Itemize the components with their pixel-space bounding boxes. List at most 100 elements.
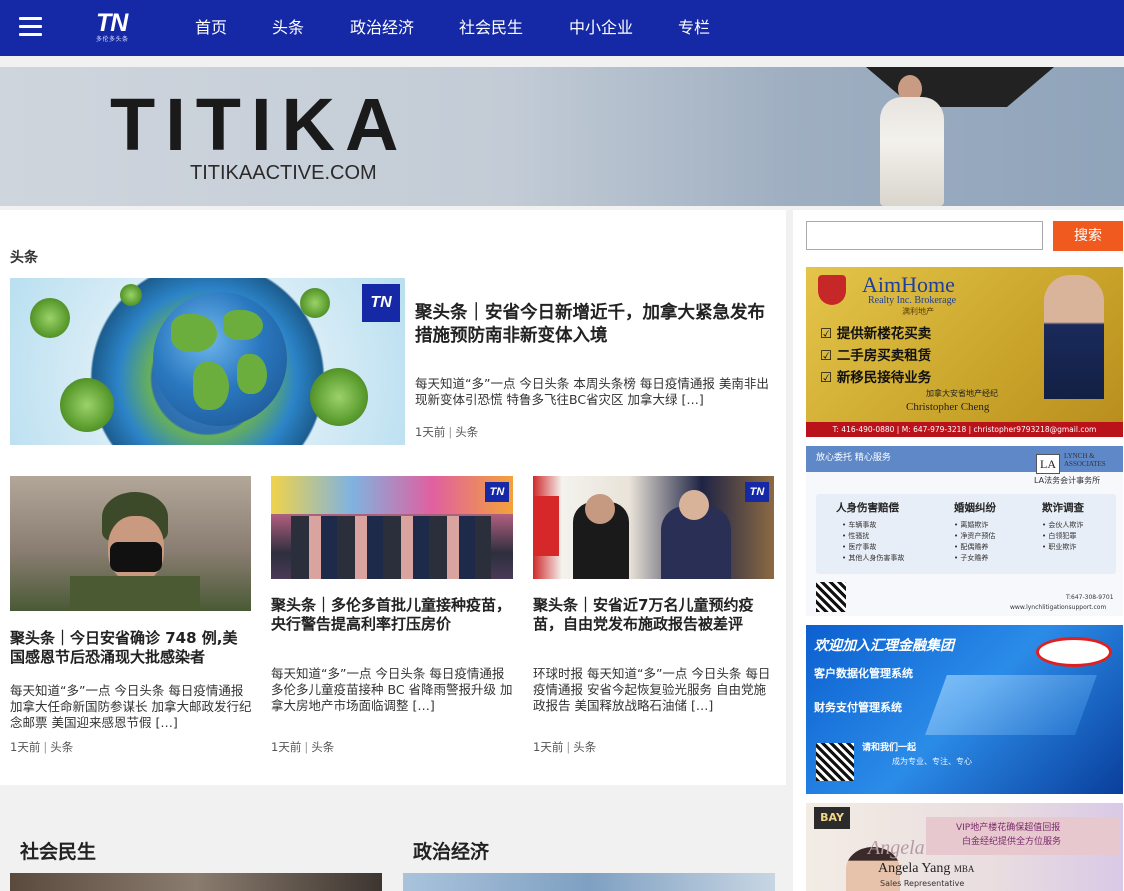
finance-group-ad[interactable]: 欢迎加入汇理金融集团 客户数据化管理系统 财务支付管理系统 请和我们一起 成为专…	[806, 625, 1123, 794]
section-label-headlines: 头条	[10, 250, 38, 266]
ad-title: 欢迎加入汇理金融集团	[814, 638, 954, 654]
service-col-list: • 离婚欺诈 • 净资产预估 • 配偶赡养 • 子女赡养	[954, 521, 996, 562]
ad-line: 财务支付管理系统	[814, 701, 902, 714]
ad-line: 成为专业、专注、专心	[892, 757, 972, 766]
hero-article-meta: 1天前 | 头条	[415, 425, 479, 439]
aimhome-ad[interactable]: AimHome Realty Inc. Brokerage 满利地产 ☑ 提供新…	[806, 267, 1123, 437]
article-meta: 1天前 | 头条	[271, 740, 335, 754]
ad-line: 请和我们一起	[862, 743, 917, 753]
article-excerpt: 每天知道“多”一点 今日头条 每日疫情通报 多伦多儿童疫苗接种 BC 省降雨警报…	[271, 666, 513, 713]
logo-subtitle: 多伦多头条	[96, 36, 129, 43]
top-navigation-bar: TN 多伦多头条 首页 头条 政治经济 社会民生 中小企业 专栏	[0, 0, 1124, 56]
ad-brand-sub-cn: 满利地产	[902, 307, 934, 316]
article-category[interactable]: 头条	[573, 740, 596, 754]
nav-item-small-business[interactable]: 中小企业	[569, 17, 633, 39]
la-logo-icon: LA	[1036, 454, 1060, 474]
realtor-ad[interactable]: BAY VIP地产楼花确保超值回报 白金经纪提供全方位服务 Angela Ang…	[806, 803, 1123, 891]
site-logo[interactable]: TN 多伦多头条	[96, 10, 140, 46]
globe-land	[223, 310, 263, 340]
agent-title: 加拿大安省地产经纪	[926, 389, 998, 398]
article-image[interactable]: TN	[271, 476, 513, 579]
colorful-backdrop	[271, 476, 513, 514]
ad-script-name: Angela	[868, 837, 925, 859]
ad-tagline: 放心委托 精心服务	[816, 453, 891, 463]
article-title[interactable]: 聚头条｜多伦多首批儿童接种疫苗，央行警告提高利率打压房价	[271, 596, 513, 634]
banner-brand-title: TITIKA	[110, 83, 409, 166]
nav-item-columns[interactable]: 专栏	[678, 17, 710, 39]
service-col-list: • 会伙人欺诈 • 白领犯罪 • 职业欺诈	[1042, 521, 1084, 551]
article-title[interactable]: 聚头条｜今日安省确诊 748 例,美国感恩节后恐涌现大批感染者	[10, 629, 248, 667]
hero-article-title[interactable]: 聚头条｜安省今日新增近千，加拿大紧急发布措施预防南非新变体入境	[415, 302, 777, 348]
banner-model-figure	[880, 97, 944, 206]
article-title[interactable]: 聚头条｜安省近7万名儿童预约疫苗，自由党发布施政报告被差评	[533, 596, 773, 634]
article-time: 1天前	[10, 740, 41, 754]
article-image[interactable]	[10, 476, 251, 611]
ad-service-item: ☑ 二手房买卖租赁	[820, 348, 932, 364]
virus-graphic	[60, 378, 114, 432]
ad-website: www.lynchlitigationsupport.com	[1010, 604, 1107, 611]
uniform-shape	[70, 576, 200, 611]
tn-badge: TN	[485, 482, 509, 502]
article-excerpt: 每天知道“多”一点 今日头条 每日疫情通报 加拿大任命新国防参谋长 加拿大邮政发…	[10, 683, 252, 730]
nav-item-headlines[interactable]: 头条	[272, 17, 304, 39]
mask-shape	[110, 542, 162, 572]
service-col-title: 欺诈调查	[1042, 502, 1084, 514]
agent-role: Sales Representative	[880, 879, 965, 888]
ad-phone: T:647-308-9701	[1066, 594, 1114, 601]
globe-land	[193, 362, 229, 410]
ad-promo-line: 白金经纪提供全方位服务	[962, 837, 1062, 847]
qr-code-icon	[816, 743, 854, 781]
virus-graphic	[120, 284, 142, 306]
person-head	[679, 490, 709, 520]
ad-brand-sub: Realty Inc. Brokerage	[868, 295, 957, 306]
search-button[interactable]: 搜索	[1053, 221, 1123, 251]
hero-article-excerpt: 每天知道“多”一点 今日头条 本周头条榜 每日疫情通报 美南非出现新变体引恐慌 …	[415, 376, 769, 407]
menu-icon[interactable]	[19, 17, 42, 37]
qr-code-icon	[816, 582, 846, 612]
section-heading-politics-economy[interactable]: 政治经济	[413, 840, 489, 864]
ad-firm: LYNCH & ASSOCIATES	[1064, 452, 1106, 468]
ad-service-item: ☑ 提供新楼花买卖	[820, 326, 932, 342]
tn-badge: TN	[362, 284, 400, 322]
service-col-list: • 车辆事故 • 性骚扰 • 医疗事故 • 其他人身伤害事故	[842, 521, 905, 562]
tn-badge: TN	[745, 482, 769, 502]
banner-ad[interactable]: TITIKA TITIKAACTIVE.COM	[0, 67, 1124, 206]
ad-service-list: ☑ 提供新楼花买卖 ☑ 二手房买卖租赁 ☑ 新移民接待业务	[820, 323, 931, 389]
ad-contact-bar: T: 416-490-0880 | M: 647-979-3218 | chri…	[806, 422, 1123, 437]
person-head	[585, 494, 615, 524]
ad-service-item: ☑ 新移民接待业务	[820, 370, 932, 386]
article-meta: 1天前 | 头条	[10, 740, 74, 754]
section-heading-society[interactable]: 社会民生	[20, 840, 96, 864]
globe-land	[237, 354, 267, 394]
nav-item-society[interactable]: 社会民生	[459, 17, 523, 39]
section-image-preview[interactable]	[10, 873, 382, 891]
nav-item-home[interactable]: 首页	[195, 17, 227, 39]
keyboard-graphic	[925, 675, 1097, 735]
aimhome-logo-icon	[818, 275, 846, 305]
virus-graphic	[30, 298, 70, 338]
logo-mark: TN	[96, 9, 128, 37]
main-content: 头条 TN 聚头条｜安省今日新增近千，加拿大紧急发布措施预防南非新变体入境 每天…	[0, 210, 786, 785]
ad-line: 客户数据化管理系统	[814, 667, 913, 680]
finance-logo-icon	[1036, 637, 1112, 667]
article-time: 1天前	[533, 740, 564, 754]
banner-url: TITIKAACTIVE.COM	[190, 162, 377, 184]
agent-photo	[1044, 275, 1104, 399]
nav-item-politics-economy[interactable]: 政治经济	[350, 17, 414, 39]
section-image-preview[interactable]	[403, 873, 775, 891]
article-meta: 1天前 | 头条	[533, 740, 597, 754]
article-category[interactable]: 头条	[50, 740, 73, 754]
article-image[interactable]: TN	[533, 476, 774, 579]
bay-logo: BAY	[814, 807, 850, 829]
hero-article-image[interactable]: TN	[10, 278, 405, 445]
group-photo	[291, 516, 491, 579]
article-category[interactable]: 头条	[311, 740, 334, 754]
lynch-law-ad[interactable]: 放心委托 精心服务 LA LYNCH & ASSOCIATES LA法务会计事务…	[806, 446, 1123, 616]
search-input[interactable]	[806, 221, 1043, 250]
service-col-title: 人身伤害赔偿	[836, 502, 899, 514]
article-time: 1天前	[271, 740, 302, 754]
globe-land	[171, 314, 217, 352]
service-col-title: 婚姻纠纷	[954, 502, 996, 514]
canada-flag	[533, 496, 559, 556]
article-category[interactable]: 头条	[455, 425, 478, 439]
